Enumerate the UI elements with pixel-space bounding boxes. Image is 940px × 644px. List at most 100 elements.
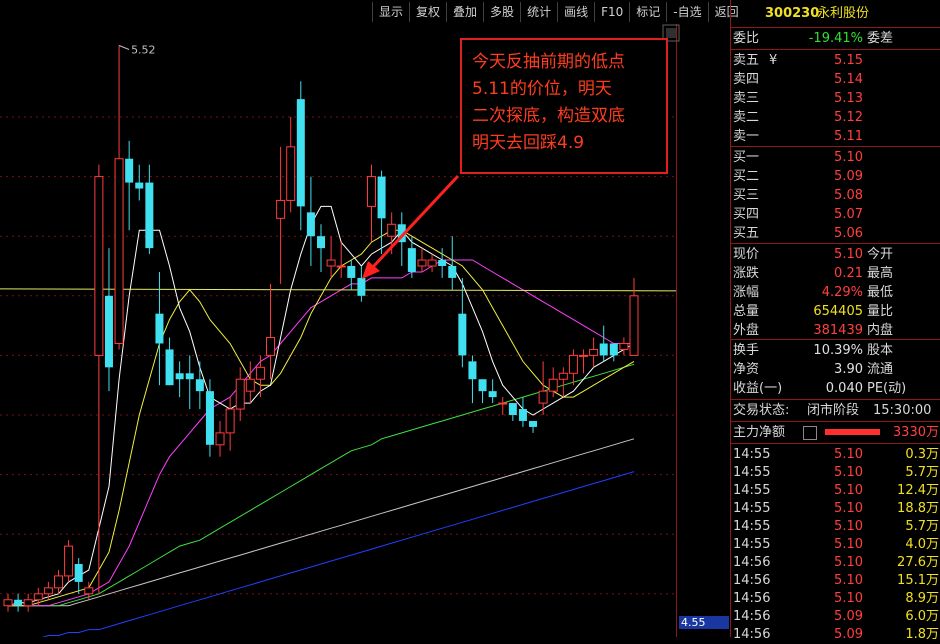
- toolbar-multistock-button[interactable]: 多股: [483, 2, 520, 22]
- candle-body-up: [23, 599, 33, 607]
- stat-label-right: 最高: [867, 266, 894, 281]
- high-price-label: 5.52: [131, 43, 156, 56]
- tick-volume: 27.6万: [897, 555, 939, 570]
- weibi-row: 委比 -19.41% 委差: [733, 31, 894, 46]
- candle-body-down: [609, 343, 618, 356]
- tick-row: 14:55 5.10 12.4万: [733, 481, 940, 500]
- toolbar-watchlist-button[interactable]: -自选: [666, 2, 707, 22]
- tick-price: 5.10: [834, 537, 863, 552]
- candle-body-up: [619, 342, 629, 350]
- buy-level-label: 买一: [733, 150, 760, 165]
- stat-value: 654405: [813, 304, 863, 319]
- tick-row: 14:56 5.10 27.6万: [733, 553, 940, 572]
- candle-body-down: [468, 361, 477, 380]
- tick-row: 14:55 5.10 5.7万: [733, 463, 940, 482]
- candle-body-down: [347, 266, 356, 278]
- high-marker: [118, 45, 130, 50]
- tick-time: 14:55: [733, 465, 771, 480]
- tick-time: 14:56: [733, 555, 771, 570]
- toolbar-draw-button[interactable]: 画线: [557, 2, 594, 22]
- tick-price: 5.10: [834, 555, 863, 570]
- toolbar-mark-button[interactable]: 标记: [629, 2, 666, 22]
- stat-label-right: 最低: [867, 285, 894, 300]
- candle-body-up: [336, 265, 346, 268]
- candle-body-down: [74, 564, 83, 582]
- stat-label: 现价: [733, 247, 760, 262]
- stat-row: 外盘 381439 内盘: [733, 321, 940, 340]
- candle-body-up: [94, 176, 104, 356]
- buy-level-label: 买四: [733, 207, 760, 222]
- candle-body-down: [478, 379, 487, 392]
- candle-body-down: [306, 212, 315, 237]
- stat-value: 0.21: [834, 266, 863, 281]
- toolbar-stats-button[interactable]: 统计: [520, 2, 557, 22]
- candle-body-up: [276, 199, 286, 219]
- annotation-line: 今天反抽前期的低点: [472, 52, 625, 72]
- tick-volume: 18.8万: [897, 501, 939, 516]
- tick-price: 5.10: [834, 573, 863, 588]
- stat-value: 4.29%: [821, 285, 863, 300]
- candle-body-up: [266, 337, 276, 356]
- trade-status-row: 交易状态: 闭市阶段 15:30:00: [733, 403, 932, 418]
- candle-body-up: [498, 402, 508, 405]
- stat-label-right: 股本: [867, 343, 894, 358]
- stat-value: 10.39%: [813, 343, 863, 358]
- candle-body-down: [357, 277, 366, 296]
- sell-level-row: 卖二 5.12: [733, 108, 940, 127]
- tick-volume: 6.0万: [905, 609, 939, 624]
- stock-code: 300230: [765, 6, 820, 21]
- candle-body-down: [458, 313, 467, 356]
- buy-level-label: 买五: [733, 226, 760, 241]
- candle-body-up: [3, 599, 13, 607]
- tick-time: 14:56: [733, 591, 771, 606]
- toolbar-f10-button[interactable]: F10: [594, 2, 629, 22]
- tick-price: 5.10: [834, 465, 863, 480]
- candle-body-down: [488, 391, 497, 398]
- candle-body-up: [387, 223, 397, 237]
- sell-level-price: 5.15: [834, 53, 863, 68]
- toolbar-overlay-button[interactable]: 叠加: [446, 2, 483, 22]
- candle-body-up: [64, 545, 74, 577]
- tick-price: 5.10: [834, 483, 863, 498]
- toolbar-adjust-button[interactable]: 复权: [409, 2, 446, 22]
- sell-level-row: 卖三 5.13: [733, 89, 940, 108]
- candle-body-down: [518, 409, 527, 421]
- sell-level-label: 卖四: [733, 72, 760, 87]
- toolbar-display-button[interactable]: 显示: [372, 2, 409, 22]
- candle-body-up: [114, 158, 124, 344]
- tick-row: 14:55 5.10 0.3万: [733, 445, 940, 464]
- buy-level-row: 买一 5.10: [733, 148, 940, 167]
- stat-row: 总量 654405 量比: [733, 302, 940, 321]
- stat-label: 收益(一): [733, 381, 783, 396]
- candle-body-down: [195, 379, 204, 392]
- tick-row: 14:55 5.10 18.8万: [733, 499, 940, 518]
- ma120-line: [8, 438, 635, 607]
- candle-body-down: [296, 99, 305, 207]
- sell-level-price: 5.13: [834, 91, 863, 106]
- candle-body-up: [215, 432, 225, 446]
- stat-label: 涨幅: [733, 285, 760, 300]
- candle-body-up: [589, 348, 599, 356]
- stat-row: 换手 10.39% 股本: [733, 341, 940, 360]
- tick-price: 5.10: [834, 591, 863, 606]
- buy-level-price: 5.06: [834, 226, 863, 241]
- main-net-value: 3330万: [892, 425, 939, 440]
- tick-price: 5.09: [834, 609, 863, 624]
- candle-body-up: [558, 372, 568, 380]
- buy-level-price: 5.09: [834, 169, 863, 184]
- candle-body-down: [438, 260, 447, 266]
- stat-row: 净资 3.90 流通: [733, 360, 940, 379]
- candle-body-down: [185, 373, 194, 380]
- candle-body-up: [326, 259, 336, 267]
- sell-level-label: 卖三: [733, 91, 760, 106]
- main-net-row: 主力净额 3330万: [733, 425, 939, 440]
- candle-body-up: [427, 259, 437, 267]
- sell-level-label: 卖五: [733, 53, 760, 68]
- annotation-line: 二次探底，构造双底: [472, 106, 625, 126]
- tick-time: 14:56: [733, 573, 771, 588]
- tick-time: 14:55: [733, 447, 771, 462]
- annotation-box[interactable]: 今天反抽前期的低点 5.11的价位，明天 二次探底，构造双底 明天去回踩4.9: [460, 38, 668, 174]
- stock-name: 永利股份: [817, 6, 870, 21]
- dropdown-icon[interactable]: [803, 426, 817, 440]
- buy-level-row: 买三 5.08: [733, 186, 940, 205]
